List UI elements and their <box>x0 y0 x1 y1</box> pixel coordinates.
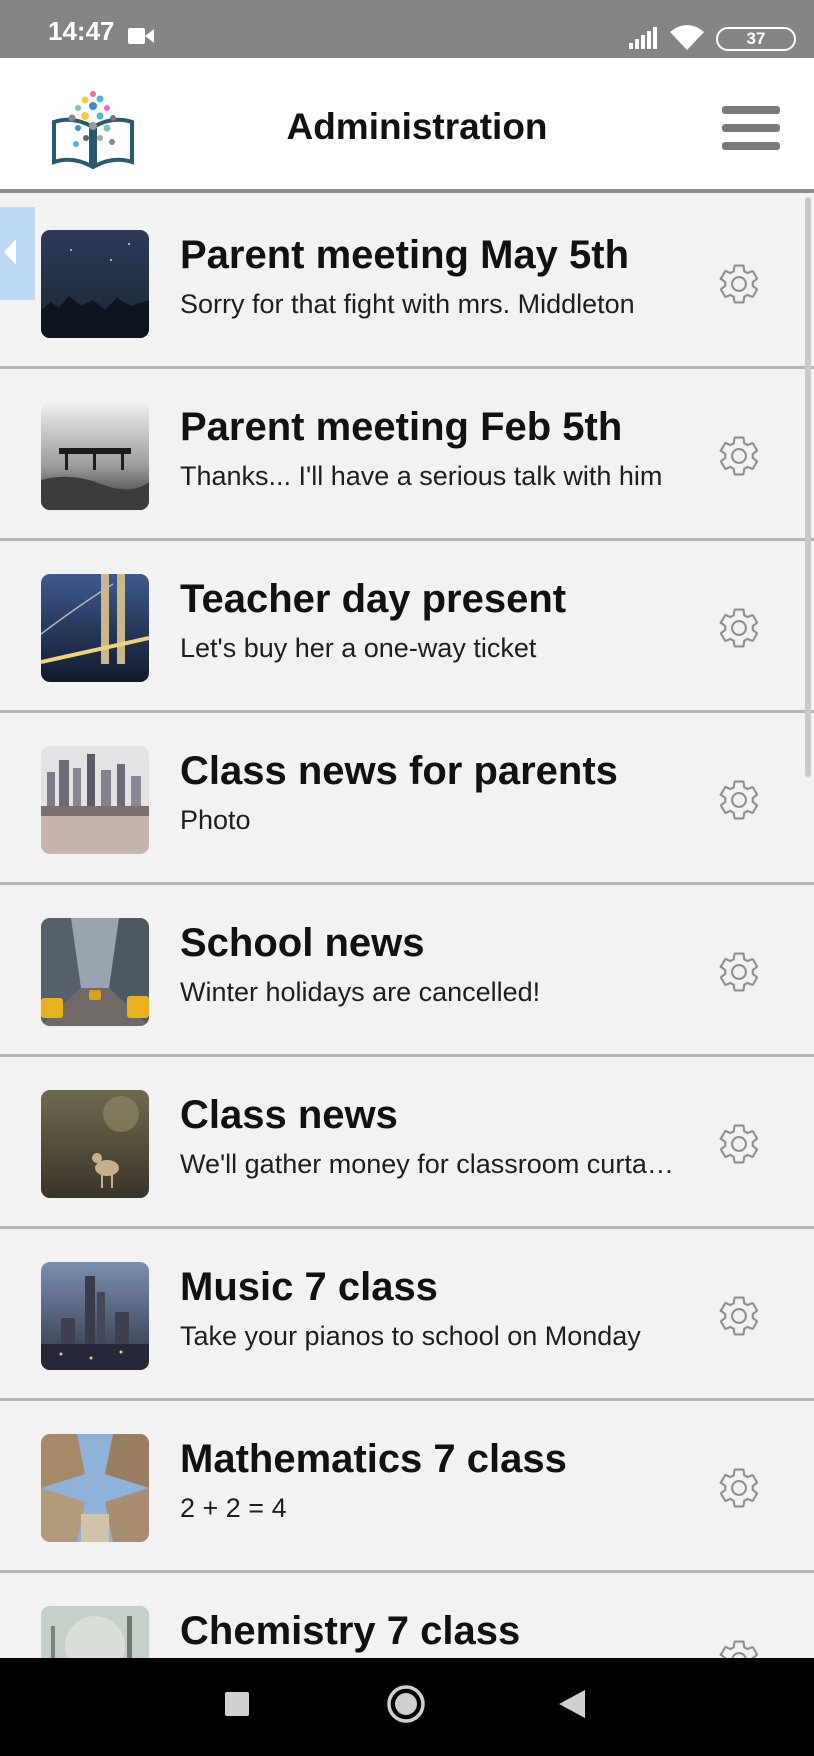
item-title: School news <box>180 921 425 965</box>
status-bar: 14:47 37 <box>0 0 814 58</box>
item-subtitle: Thanks... I'll have a serious talk with … <box>180 461 663 491</box>
hamburger-menu-icon[interactable] <box>722 106 784 150</box>
item-subtitle: Winter holidays are cancelled! <box>180 977 541 1007</box>
back-icon[interactable] <box>557 1688 587 1720</box>
scrollbar[interactable] <box>805 197 811 777</box>
gear-icon[interactable] <box>716 777 762 823</box>
thumbnail-image <box>41 746 149 854</box>
list-item[interactable]: Parent meeting Feb 5th Thanks... I'll ha… <box>0 369 814 541</box>
gear-icon[interactable] <box>716 949 762 995</box>
home-icon[interactable] <box>386 1684 426 1724</box>
list-item[interactable]: Class news for parents Photo <box>0 713 814 885</box>
item-title: Class news for parents <box>180 749 618 793</box>
list-item[interactable]: Parent meeting May 5th Sorry for that fi… <box>0 197 814 369</box>
list-item[interactable]: School news Winter holidays are cancelle… <box>0 885 814 1057</box>
chevron-left-icon <box>4 239 16 265</box>
recents-icon[interactable] <box>225 1692 249 1716</box>
app-header: Administration <box>0 58 814 193</box>
gear-icon[interactable] <box>716 1293 762 1339</box>
list-item[interactable]: Chemistry 7 class <box>0 1573 814 1658</box>
item-subtitle: Take your pianos to school on Monday <box>180 1321 641 1351</box>
item-subtitle: We'll gather money for classroom curtain… <box>180 1149 675 1179</box>
navigation-bar <box>0 1658 814 1756</box>
item-title: Chemistry 7 class <box>180 1609 521 1653</box>
battery-level: 37 <box>746 29 766 48</box>
list-item[interactable]: Class news We'll gather money for classr… <box>0 1057 814 1229</box>
battery-icon: 37 <box>716 27 796 51</box>
list-item[interactable]: Mathematics 7 class 2 + 2 = 4 <box>0 1401 814 1573</box>
item-title: Class news <box>180 1093 398 1137</box>
item-subtitle: Photo <box>180 805 251 835</box>
item-subtitle: 2 + 2 = 4 <box>180 1493 287 1523</box>
item-subtitle: Sorry for that fight with mrs. Middleton <box>180 289 635 319</box>
gear-icon[interactable] <box>716 1465 762 1511</box>
thumbnail-image <box>41 1262 149 1370</box>
gear-icon[interactable] <box>716 1637 762 1658</box>
gear-icon[interactable] <box>716 433 762 479</box>
item-title: Mathematics 7 class <box>180 1437 567 1481</box>
video-icon <box>128 28 154 44</box>
thumbnail-image <box>41 574 149 682</box>
gear-icon[interactable] <box>716 261 762 307</box>
list-item[interactable]: Teacher day present Let's buy her a one-… <box>0 541 814 713</box>
item-title: Music 7 class <box>180 1265 438 1309</box>
thumbnail-image <box>41 918 149 1026</box>
item-title: Parent meeting May 5th <box>180 233 630 277</box>
gear-icon[interactable] <box>716 605 762 651</box>
thumbnail-image <box>41 1090 149 1198</box>
thumbnail-image <box>41 230 149 338</box>
item-subtitle: Let's buy her a one-way ticket <box>180 633 537 663</box>
status-time: 14:47 <box>48 16 115 46</box>
conversation-list: Parent meeting May 5th Sorry for that fi… <box>0 197 814 1658</box>
signal-icon <box>629 27 657 49</box>
thumbnail-image <box>41 1606 149 1658</box>
thumbnail-image <box>41 1434 149 1542</box>
page-title: Administration <box>286 106 548 147</box>
wifi-icon <box>670 25 704 50</box>
drawer-handle[interactable] <box>0 207 35 300</box>
item-title: Teacher day present <box>180 577 567 621</box>
list-item[interactable]: Music 7 class Take your pianos to school… <box>0 1229 814 1401</box>
thumbnail-image <box>41 402 149 510</box>
item-title: Parent meeting Feb 5th <box>180 405 623 449</box>
gear-icon[interactable] <box>716 1121 762 1167</box>
